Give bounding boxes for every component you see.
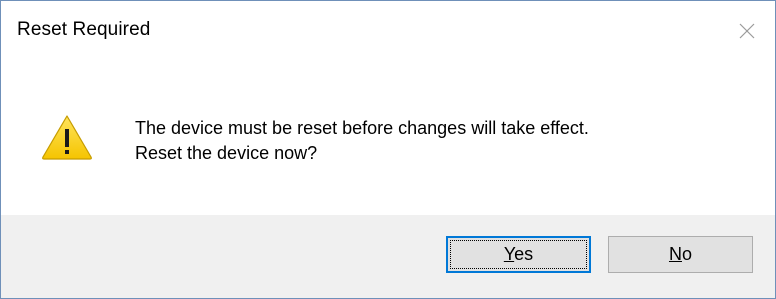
no-label-rest: o bbox=[681, 244, 692, 264]
warning-icon bbox=[42, 115, 92, 160]
message-text: The device must be reset before changes … bbox=[135, 116, 589, 166]
yes-button[interactable]: Yes bbox=[446, 236, 591, 273]
no-mnemonic: N bbox=[668, 244, 682, 264]
close-button[interactable] bbox=[715, 1, 775, 61]
message-line-2: Reset the device now? bbox=[135, 143, 318, 163]
close-icon bbox=[739, 23, 755, 39]
focus-ring bbox=[450, 240, 587, 269]
button-bar: Yes No bbox=[1, 215, 775, 298]
title-bar[interactable]: Reset Required bbox=[1, 1, 775, 61]
reset-required-dialog: Reset Required The device must be reset … bbox=[0, 0, 776, 299]
dialog-title: Reset Required bbox=[17, 19, 151, 40]
message-line-1: The device must be reset before changes … bbox=[135, 118, 589, 138]
dialog-content: The device must be reset before changes … bbox=[1, 61, 775, 215]
no-button[interactable]: No bbox=[608, 236, 753, 273]
no-button-label: No bbox=[669, 244, 692, 265]
